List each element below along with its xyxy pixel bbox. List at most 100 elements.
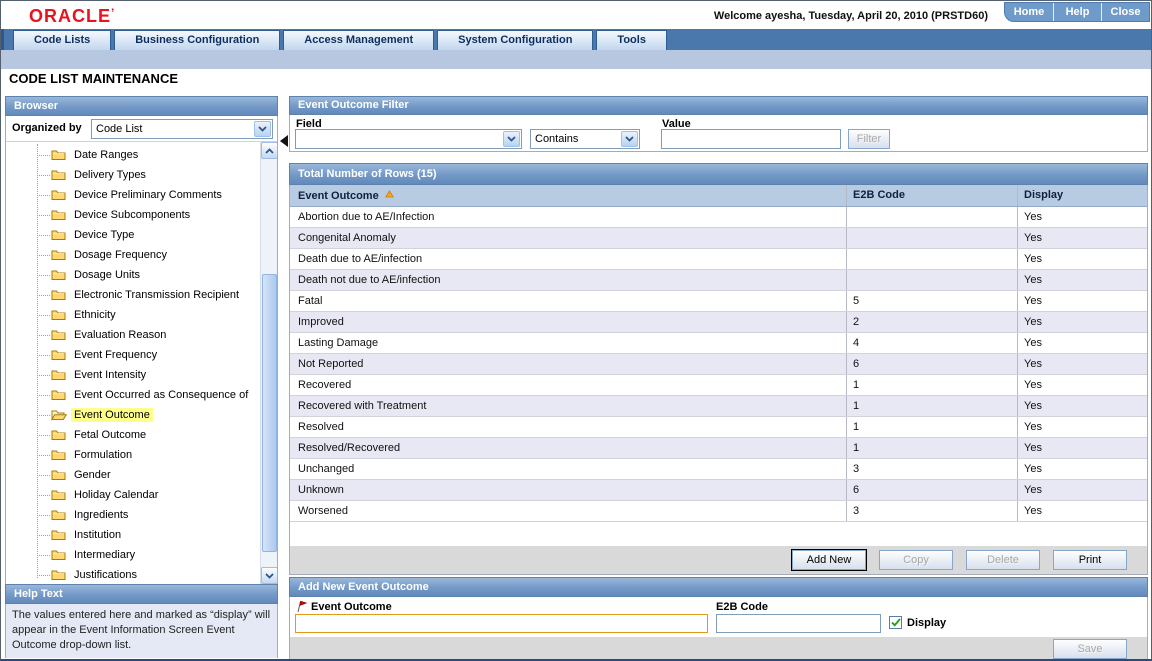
field-select[interactable]	[295, 129, 522, 149]
home-button[interactable]: Home	[1005, 3, 1053, 21]
tree-item-intermediary[interactable]: Intermediary	[6, 545, 260, 565]
tree-item-institution[interactable]: Institution	[6, 525, 260, 545]
cell-display: Yes	[1024, 463, 1042, 475]
tree-item-label: Fetal Outcome	[74, 429, 147, 441]
table-row[interactable]: Lasting Damage 4 Yes	[290, 333, 1147, 354]
save-button[interactable]: Save	[1053, 638, 1127, 659]
tree-item-event-outcome[interactable]: Event Outcome	[6, 405, 260, 425]
tree-item-formulation[interactable]: Formulation	[6, 445, 260, 465]
filter-body: Field Contains Value Filter	[290, 115, 1147, 151]
cell-e2b-code: 1	[847, 396, 1018, 416]
tab-access-management[interactable]: Access Management	[283, 30, 435, 50]
copy-button[interactable]: Copy	[879, 550, 953, 570]
chevron-down-icon[interactable]	[621, 131, 638, 147]
chevron-down-icon[interactable]	[503, 131, 520, 147]
tree-item-dosage-units[interactable]: Dosage Units	[6, 265, 260, 285]
tree-item-electronic-transmission-recipient[interactable]: Electronic Transmission Recipient	[6, 285, 260, 305]
event-outcome-input[interactable]	[295, 614, 708, 633]
scroll-down-icon[interactable]	[261, 567, 277, 584]
panel-collapse-arrow-icon[interactable]	[280, 135, 288, 147]
value-input[interactable]	[661, 129, 841, 149]
tree-rows: Date Ranges Delivery Types Device Prelimin…	[6, 145, 260, 584]
tree-item-device-preliminary-comments[interactable]: Device Preliminary Comments	[6, 185, 260, 205]
table-row[interactable]: Improved 2 Yes	[290, 312, 1147, 333]
tree-item-date-ranges[interactable]: Date Ranges	[6, 145, 260, 165]
table-row[interactable]: Recovered 1 Yes	[290, 375, 1147, 396]
tree-item-evaluation-reason[interactable]: Evaluation Reason	[6, 325, 260, 345]
display-checkbox[interactable]	[889, 616, 902, 629]
folder-icon	[51, 388, 67, 402]
table-row[interactable]: Congenital Anomaly Yes	[290, 228, 1147, 249]
print-button[interactable]: Print	[1053, 550, 1127, 570]
tree-item-device-type[interactable]: Device Type	[6, 225, 260, 245]
folder-icon	[51, 288, 67, 302]
cell-e2b-code	[847, 207, 1018, 227]
tree-item-event-intensity[interactable]: Event Intensity	[6, 365, 260, 385]
tree-item-gender[interactable]: Gender	[6, 465, 260, 485]
help-button[interactable]: Help	[1053, 3, 1101, 21]
table-row[interactable]: Not Reported 6 Yes	[290, 354, 1147, 375]
e2b-code-input[interactable]	[716, 614, 881, 633]
table-row[interactable]: Abortion due to AE/Infection Yes	[290, 207, 1147, 228]
tree-item-device-subcomponents[interactable]: Device Subcomponents	[6, 205, 260, 225]
column-header-display[interactable]: Display	[1018, 185, 1147, 206]
add-new-button[interactable]: Add New	[792, 550, 866, 570]
cell-display: Yes	[1024, 400, 1042, 412]
tree-scrollbar[interactable]	[260, 142, 277, 584]
table-row[interactable]: Resolved 1 Yes	[290, 417, 1147, 438]
table-row[interactable]: Unknown 6 Yes	[290, 480, 1147, 501]
table-row[interactable]: Recovered with Treatment 1 Yes	[290, 396, 1147, 417]
tree-item-fetal-outcome[interactable]: Fetal Outcome	[6, 425, 260, 445]
table-row[interactable]: Fatal 5 Yes	[290, 291, 1147, 312]
tree-connector	[37, 494, 50, 496]
tree-item-ethnicity[interactable]: Ethnicity	[6, 305, 260, 325]
operator-select[interactable]: Contains	[530, 129, 640, 149]
cell-display: Yes	[1024, 232, 1042, 244]
table-row[interactable]: Death due to AE/infection Yes	[290, 249, 1147, 270]
cell-event-outcome: Improved	[290, 312, 847, 332]
cell-display: Yes	[1024, 274, 1042, 286]
tree-item-justifications[interactable]: Justifications	[6, 565, 260, 584]
scrollbar-thumb[interactable]	[262, 274, 277, 552]
chevron-down-icon[interactable]	[254, 121, 271, 137]
tree-item-ingredients[interactable]: Ingredients	[6, 505, 260, 525]
tab-business-configuration[interactable]: Business Configuration	[114, 30, 281, 50]
folder-icon	[51, 508, 67, 522]
tree-item-holiday-calendar[interactable]: Holiday Calendar	[6, 485, 260, 505]
table-row[interactable]: Worsened 3 Yes	[290, 501, 1147, 522]
tree-item-delivery-types[interactable]: Delivery Types	[6, 165, 260, 185]
tree-item-label: Justifications	[74, 569, 137, 581]
table-row[interactable]: Resolved/Recovered 1 Yes	[290, 438, 1147, 459]
tab-system-configuration[interactable]: System Configuration	[437, 30, 594, 50]
folder-icon	[51, 168, 67, 182]
folder-icon	[51, 368, 67, 382]
results-table-section: Total Number of Rows (15) Event Outcome …	[289, 163, 1148, 575]
table-row[interactable]: Unchanged 3 Yes	[290, 459, 1147, 480]
tree-connector	[37, 334, 50, 336]
tree-item-label: Electronic Transmission Recipient	[74, 289, 240, 301]
column-header-e2b-code[interactable]: E2B Code	[847, 185, 1018, 206]
tree-item-dosage-frequency[interactable]: Dosage Frequency	[6, 245, 260, 265]
tree-item-event-frequency[interactable]: Event Frequency	[6, 345, 260, 365]
organized-by-select[interactable]: Code List	[91, 119, 273, 139]
tree-item-label: Delivery Types	[74, 169, 146, 181]
table-row[interactable]: Death not due to AE/infection Yes	[290, 270, 1147, 291]
tree-connector	[37, 154, 50, 156]
column-header-row: Event Outcome E2B Code Display	[290, 185, 1147, 207]
delete-button[interactable]: Delete	[966, 550, 1040, 570]
folder-icon	[51, 188, 67, 202]
tab-tools[interactable]: Tools	[596, 30, 667, 50]
tree-item-label: Device Subcomponents	[74, 209, 191, 221]
cell-display: Yes	[1024, 358, 1042, 370]
browser-panel-header: Browser	[5, 96, 278, 116]
event-outcome-filter-section: Event Outcome Filter Field Contains Valu…	[289, 96, 1148, 152]
tab-code-lists[interactable]: Code Lists	[13, 30, 112, 50]
cell-e2b-code: 6	[847, 480, 1018, 500]
cell-e2b-code: 4	[847, 333, 1018, 353]
column-header-event-outcome[interactable]: Event Outcome	[290, 185, 847, 206]
page-title: CODE LIST MAINTENANCE	[9, 71, 178, 86]
filter-button[interactable]: Filter	[848, 129, 890, 149]
close-button[interactable]: Close	[1101, 3, 1149, 21]
scroll-up-icon[interactable]	[261, 142, 277, 159]
tree-item-event-occurred-as-consequence-of[interactable]: Event Occurred as Consequence of	[6, 385, 260, 405]
